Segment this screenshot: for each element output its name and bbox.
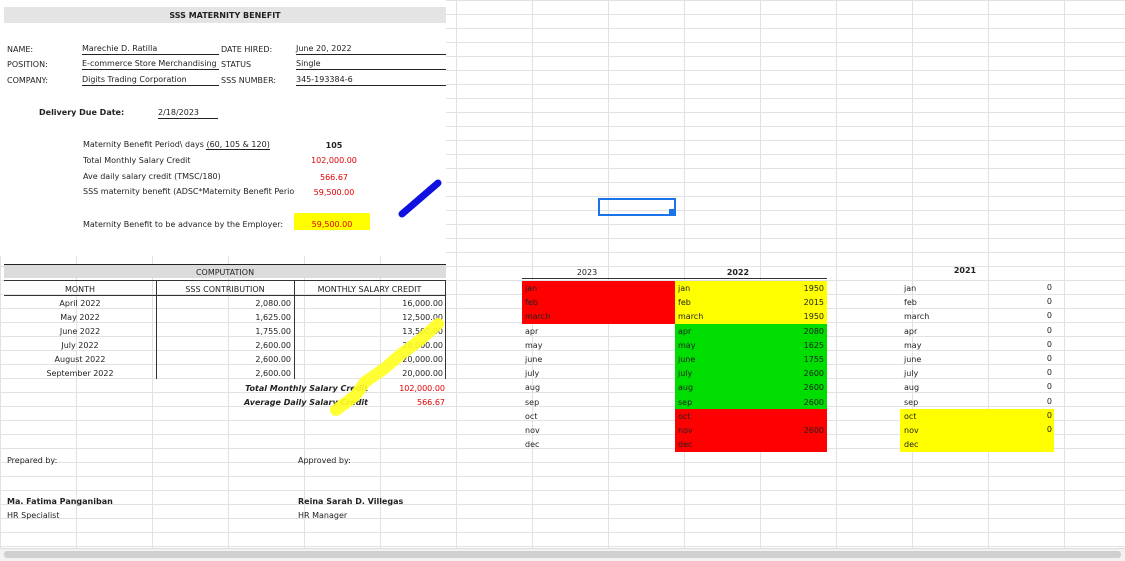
month-label-2021: june <box>904 355 922 364</box>
value-2022: 1625 <box>803 340 824 350</box>
year-2022-header: 2022 <box>726 268 750 277</box>
month-label-2022: nov <box>678 426 693 435</box>
month-label-2021: feb <box>904 298 917 308</box>
value-2022: 2600 <box>803 426 824 435</box>
value-2021: 0 <box>1046 283 1052 292</box>
month-label-2022: march <box>678 312 704 322</box>
preparer-title: HR Specialist <box>7 511 60 520</box>
value-2022: 1950 <box>803 284 824 293</box>
month-label-2023: dec <box>525 440 540 450</box>
month-label-2021: may <box>904 340 922 350</box>
value-2021: 0 <box>1046 368 1052 378</box>
value-2021: 0 <box>1046 382 1052 392</box>
month-label-2021: dec <box>904 440 919 450</box>
month-cell-2021[interactable] <box>900 437 1054 453</box>
value-2021: 0 <box>1046 354 1052 363</box>
month-label-2022: june <box>678 355 696 364</box>
month-cell-2023[interactable] <box>522 324 675 339</box>
value-2021: 0 <box>1046 425 1052 434</box>
value-2021: 0 <box>1046 325 1052 335</box>
value-2022: 2080 <box>803 326 824 336</box>
month-cell-2023[interactable] <box>522 352 675 367</box>
month-cell-2023[interactable] <box>522 437 675 452</box>
approved-by-label: Approved by: <box>298 456 351 465</box>
month-cell-2023[interactable] <box>522 295 675 311</box>
month-label-2023: july <box>525 369 540 379</box>
month-label-2023: aug <box>525 383 541 393</box>
month-label-2023: jan <box>525 284 538 293</box>
drawing-layer <box>330 179 444 416</box>
month-label-2022: dec <box>678 440 693 450</box>
table-rule <box>522 278 827 279</box>
year-2021-header: 2021 <box>953 266 977 275</box>
value-2021: 0 <box>1046 297 1052 307</box>
month-label-2023: march <box>525 312 551 322</box>
month-label-2022: aug <box>678 383 694 393</box>
value-2022: 1950 <box>803 312 824 322</box>
month-label-2023: oct <box>525 411 538 421</box>
month-label-2022: oct <box>678 411 691 421</box>
month-label-2021: march <box>904 312 930 322</box>
value-2022: 2015 <box>803 298 824 308</box>
value-2021: 0 <box>1046 339 1052 349</box>
value-2021: 0 <box>1046 396 1052 406</box>
year-2023-header: 2023 <box>576 268 598 277</box>
month-label-2021: oct <box>904 411 917 421</box>
yellow-pen-stroke <box>330 318 444 416</box>
value-2021: 0 <box>1046 311 1052 321</box>
preparer-name: Ma. Fatima Panganiban <box>7 497 113 506</box>
month-label-2023: feb <box>525 298 538 308</box>
month-cell-2023[interactable] <box>522 338 675 353</box>
value-2022: 2600 <box>803 369 824 379</box>
value-2022: 1755 <box>803 355 824 364</box>
fill-handle[interactable] <box>669 209 676 216</box>
month-cell-2023[interactable] <box>522 409 675 424</box>
month-label-2021: nov <box>904 426 919 435</box>
month-cell-2022[interactable] <box>675 437 827 453</box>
month-cell-2022[interactable] <box>675 408 827 424</box>
month-label-2022: sep <box>678 397 693 407</box>
month-label-2023: sep <box>525 397 540 407</box>
month-cell-2023[interactable] <box>522 281 675 296</box>
value-2022: 2600 <box>803 383 824 393</box>
month-label-2023: nov <box>525 426 540 435</box>
month-label-2021: sep <box>904 397 919 407</box>
month-label-2022: apr <box>678 326 692 336</box>
approver-title: HR Manager <box>298 511 348 520</box>
month-label-2023: may <box>525 340 543 350</box>
value-2021: 0 <box>1046 410 1052 420</box>
month-label-2023: june <box>525 355 543 364</box>
month-label-2022: jan <box>678 284 691 293</box>
month-label-2023: apr <box>525 326 539 336</box>
month-cell-2023[interactable] <box>522 423 675 438</box>
scrollbar-thumb[interactable] <box>4 551 1121 558</box>
cell-selection[interactable] <box>598 198 676 216</box>
month-label-2021: apr <box>904 326 918 336</box>
month-cell-2023[interactable] <box>522 380 675 395</box>
month-label-2022: july <box>678 369 693 379</box>
prepared-by-label: Prepared by: <box>7 456 58 465</box>
month-label-2022: may <box>678 340 696 350</box>
month-label-2022: feb <box>678 298 691 308</box>
month-label-2021: jan <box>904 284 917 293</box>
blue-pen-stroke <box>398 179 442 218</box>
approver-name: Reina Sarah D. Villegas <box>298 497 404 506</box>
month-cell-2023[interactable] <box>522 366 675 381</box>
month-cell-2023[interactable] <box>522 395 675 410</box>
month-label-2021: july <box>904 369 919 379</box>
value-2022: 2600 <box>803 397 824 407</box>
month-label-2021: aug <box>904 383 920 393</box>
